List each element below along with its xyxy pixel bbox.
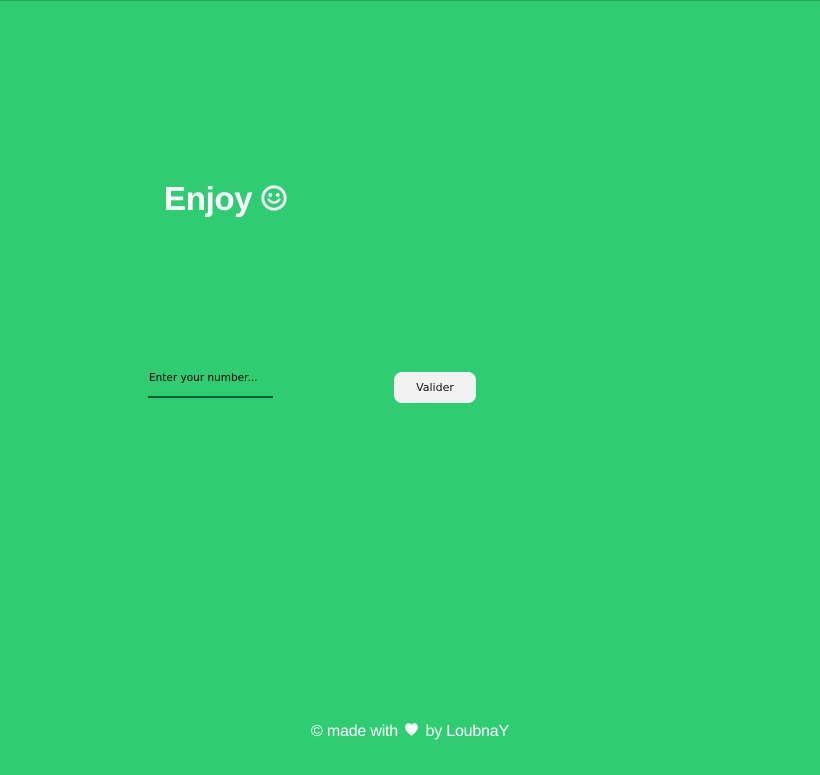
validate-button[interactable]: Valider [394,372,476,403]
footer-prefix: © made with [311,723,399,740]
footer-suffix: by LoubnaY [425,723,510,740]
number-input[interactable] [148,365,273,398]
footer: © made with by LoubnaY [0,722,820,742]
smiley-icon [261,185,287,211]
heart-icon [405,723,419,736]
page-title: Enjoy [164,179,287,219]
page-title-text: Enjoy [164,180,253,217]
